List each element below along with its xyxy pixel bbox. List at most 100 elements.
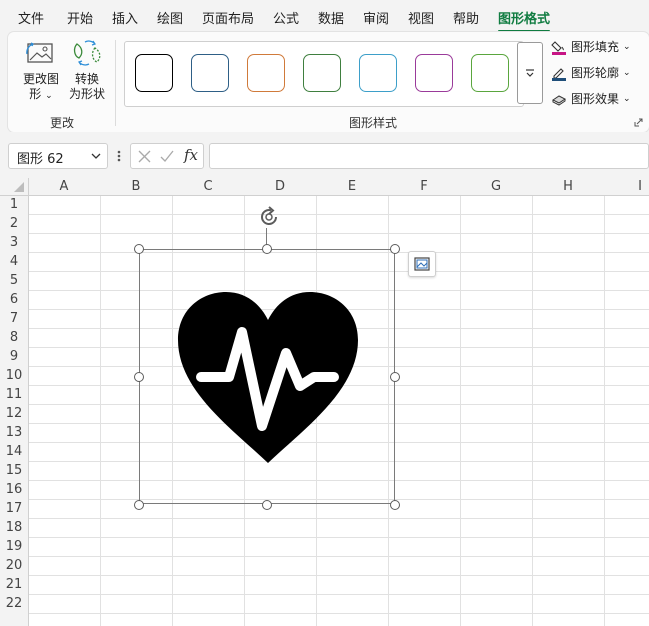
column-header-g[interactable]: G — [460, 178, 532, 196]
row-header-10[interactable]: 10 — [0, 368, 28, 383]
convert-to-shape-button[interactable]: 转换 为形状 — [64, 38, 110, 102]
resize-handle-top-left[interactable] — [134, 244, 144, 254]
name-box[interactable]: 图形 62 — [8, 143, 108, 169]
row-header-6[interactable]: 6 — [0, 292, 28, 307]
ribbon-separator — [115, 40, 116, 126]
resize-handle-top[interactable] — [262, 244, 272, 254]
menu-formulas[interactable]: 公式 — [273, 8, 299, 27]
resize-handle-bottom[interactable] — [262, 500, 272, 510]
style-swatch-green[interactable] — [303, 54, 341, 92]
insert-function-button[interactable]: fx — [184, 146, 198, 164]
menu-data[interactable]: 数据 — [318, 8, 344, 27]
style-swatch-black[interactable] — [135, 54, 173, 92]
change-graphic-label1: 更改图 — [22, 72, 59, 86]
confirm-icon[interactable] — [160, 150, 174, 163]
column-header-d[interactable]: D — [244, 178, 316, 196]
row-header-9[interactable]: 9 — [0, 349, 28, 364]
row-header-5[interactable]: 5 — [0, 273, 28, 288]
menu-review[interactable]: 审阅 — [363, 8, 389, 27]
row-header-17[interactable]: 17 — [0, 501, 28, 516]
row-header-14[interactable]: 14 — [0, 444, 28, 459]
row-header-20[interactable]: 20 — [0, 558, 28, 573]
resize-handle-top-right[interactable] — [390, 244, 400, 254]
column-header-h[interactable]: H — [532, 178, 604, 196]
row-header-3[interactable]: 3 — [0, 235, 28, 250]
menu-home[interactable]: 开始 — [67, 8, 93, 27]
formula-row: 图形 62 fx — [0, 132, 649, 178]
resize-handle-left[interactable] — [134, 372, 144, 382]
chevron-down-icon: ⌄ — [623, 67, 631, 78]
convert-label2: 为形状 — [68, 87, 105, 101]
column-header-f[interactable]: F — [388, 178, 460, 196]
style-swatch-purple[interactable] — [415, 54, 453, 92]
graphic-fill-label: 图形填充 — [571, 40, 620, 54]
group-styles-label: 图形样式 — [349, 116, 398, 130]
style-swatch-lightgreen[interactable] — [471, 54, 509, 92]
menu-file[interactable]: 文件 — [18, 8, 44, 27]
row-header-15[interactable]: 15 — [0, 463, 28, 478]
gallery-more-button[interactable] — [517, 42, 543, 104]
convert-shape-icon — [73, 40, 101, 66]
row-header-12[interactable]: 12 — [0, 406, 28, 421]
graphic-effects-button[interactable]: 图形效果 ⌄ — [551, 90, 631, 107]
layout-options-button[interactable] — [408, 251, 436, 277]
style-swatch-lightblue[interactable] — [359, 54, 397, 92]
graphic-outline-button[interactable]: 图形轮廓 ⌄ — [551, 64, 631, 81]
row-header-18[interactable]: 18 — [0, 520, 28, 535]
menu-view[interactable]: 视图 — [408, 8, 434, 27]
name-box-value: 图形 62 — [17, 152, 64, 167]
heart-pulse-icon[interactable] — [176, 290, 360, 466]
style-swatch-blue[interactable] — [191, 54, 229, 92]
change-graphic-icon — [26, 42, 53, 63]
dialog-launcher-icon[interactable] — [634, 118, 643, 127]
row-header-22[interactable]: 22 — [0, 596, 28, 611]
row-header-13[interactable]: 13 — [0, 425, 28, 440]
graphic-outline-label: 图形轮廓 — [571, 66, 620, 80]
row-header-19[interactable]: 19 — [0, 539, 28, 554]
style-swatch-orange[interactable] — [247, 54, 285, 92]
rotate-handle-icon[interactable] — [257, 205, 281, 229]
chevron-down-icon: ⌄ — [623, 93, 631, 104]
row-header-2[interactable]: 2 — [0, 216, 28, 231]
column-header-c[interactable]: C — [172, 178, 244, 196]
resize-handle-bottom-left[interactable] — [134, 500, 144, 510]
more-options-icon[interactable] — [117, 150, 121, 162]
style-gallery — [124, 41, 524, 107]
row-header-21[interactable]: 21 — [0, 577, 28, 592]
convert-label1: 转换 — [74, 72, 99, 86]
formula-buttons: fx — [130, 143, 204, 169]
menu-help[interactable]: 帮助 — [453, 8, 479, 27]
cancel-icon[interactable] — [138, 150, 151, 163]
change-graphic-label2: 形 ⌄ — [29, 87, 53, 101]
shape-effects-icon — [552, 94, 566, 106]
formula-input[interactable] — [209, 143, 649, 169]
change-graphic-button[interactable]: 更改图 形 ⌄ — [18, 40, 64, 104]
graphic-fill-button[interactable]: 图形填充 ⌄ — [551, 38, 631, 55]
column-header-b[interactable]: B — [100, 178, 172, 196]
menu-bar: 文件 开始 插入 绘图 页面布局 公式 数据 审阅 视图 帮助 图形格式 — [0, 0, 649, 32]
menu-graphic-format[interactable]: 图形格式 — [498, 8, 551, 32]
chevron-down-icon: ⌄ — [623, 41, 631, 52]
gallery-expand-icon — [526, 69, 534, 77]
resize-handle-right[interactable] — [390, 372, 400, 382]
menu-page-layout[interactable]: 页面布局 — [202, 8, 254, 27]
pencil-outline-icon — [552, 67, 566, 81]
graphic-effects-label: 图形效果 — [571, 92, 620, 106]
column-header-i[interactable]: I — [604, 178, 649, 196]
group-change-label: 更改 — [50, 116, 75, 130]
paint-bucket-icon — [551, 40, 566, 55]
resize-handle-bottom-right[interactable] — [390, 500, 400, 510]
row-header-7[interactable]: 7 — [0, 311, 28, 326]
ribbon: 更改图 形 ⌄ 转换 为形状 更改 图形样式 图形填充 ⌄ 图形轮廓 ⌄ 图形效… — [8, 32, 649, 132]
column-header-a[interactable]: A — [28, 178, 100, 196]
row-header-11[interactable]: 11 — [0, 387, 28, 402]
row-header-1[interactable]: 1 — [0, 197, 28, 212]
worksheet-grid[interactable]: A B C D E F G H I 1 2 3 4 5 6 7 8 9 10 1… — [0, 178, 649, 626]
menu-insert[interactable]: 插入 — [112, 8, 138, 27]
row-header-4[interactable]: 4 — [0, 254, 28, 269]
row-header-16[interactable]: 16 — [0, 482, 28, 497]
chevron-down-icon: ⌄ — [45, 91, 53, 101]
menu-draw[interactable]: 绘图 — [157, 8, 183, 27]
row-header-8[interactable]: 8 — [0, 330, 28, 345]
column-header-e[interactable]: E — [316, 178, 388, 196]
